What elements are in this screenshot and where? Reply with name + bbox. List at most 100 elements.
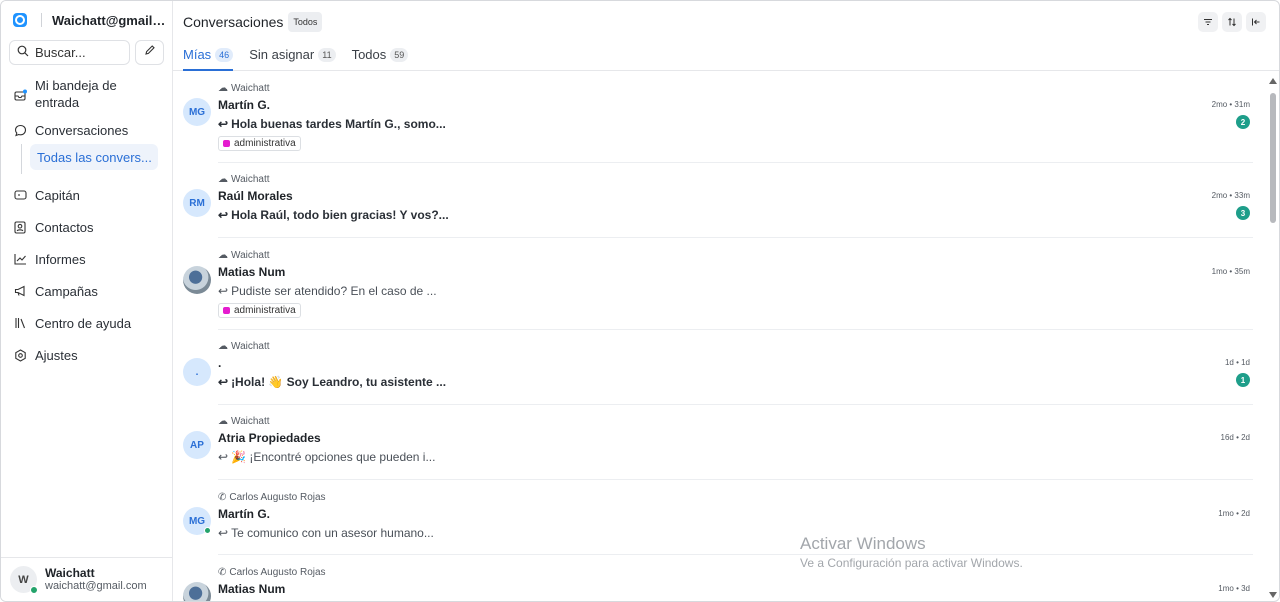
conversation-item[interactable]: RM ☁ Waichatt Raúl Morales ↩ Hola Raúl, to… (173, 163, 1265, 238)
list-scrollbar[interactable] (1267, 76, 1279, 601)
sidebar-item-inbox[interactable]: Mi bandeja de entrada (1, 73, 172, 116)
pencil-icon (144, 43, 156, 61)
sidebar-item-help-center[interactable]: Centro de ayuda (1, 307, 172, 339)
conversation-item[interactable]: AP ☁ Waichatt Atria Propiedades ↩ 🎉 ¡Encon… (173, 405, 1265, 480)
sidebar-item-label: Centro de ayuda (35, 315, 132, 331)
contact-avatar: MG (183, 507, 211, 535)
conversation-item[interactable]: MG ✆ Carlos Augusto Rojas Martín G. ↩ Te c… (173, 480, 1265, 555)
last-message: ↩ 🎉 ¡Encontré opciones que pueden i... (218, 450, 1253, 464)
inbox-name: ☁ Waichatt (218, 249, 1253, 261)
label-color-swatch (223, 140, 230, 147)
filter-button[interactable] (1198, 12, 1218, 32)
contact-avatar: RM (183, 189, 211, 217)
sidebar-item-label: Campañas (35, 283, 98, 299)
timestamp: 1mo • 35m (1211, 267, 1250, 276)
scroll-up-arrow-icon[interactable] (1269, 78, 1277, 84)
contact-avatar: . (183, 358, 211, 386)
filter-icon (1204, 19, 1212, 25)
message-preview: ¡Hola! 👋 Soy Leandro, tu asistente ... (231, 375, 447, 389)
conversation-item[interactable]: ☁ Waichatt Matias Num ↩ Pudiste ser atendi… (173, 238, 1265, 330)
account-switcher[interactable]: Waichatt@gmail.c... (1, 1, 172, 39)
last-message: ↩ Hola Raúl, todo bien gracias! Y vos?... (218, 208, 1253, 222)
conversation-item[interactable]: ✆ Carlos Augusto Rojas Matias Num 1mo • 3… (173, 555, 1265, 601)
conversation-body: ☁ Waichatt . ↩ ¡Hola! 👋 Soy Leandro, tu as… (218, 340, 1253, 405)
conversation-body: ☁ Waichatt Atria Propiedades ↩ 🎉 ¡Encontré… (218, 415, 1253, 480)
timestamp: 1d • 1d (1224, 358, 1250, 367)
conversation-item[interactable]: MG ☁ Waichatt Martín G. ↩ Hola buenas tard… (173, 72, 1265, 163)
avatar: W (10, 566, 38, 594)
contact-name: Raúl Morales (218, 189, 293, 203)
scroll-down-arrow-icon[interactable] (1269, 592, 1277, 598)
divider (41, 13, 42, 27)
user-profile-menu[interactable]: W Waichatt waichatt@gmail.com (1, 557, 172, 601)
windows-activation-watermark: Activar Windows Ve a Configuración para … (800, 533, 1023, 571)
tab-mine[interactable]: Mías 46 (183, 43, 234, 71)
last-message: ↩ ¡Hola! 👋 Soy Leandro, tu asistente ... (218, 375, 1253, 389)
header-toolbar (1198, 12, 1266, 32)
sidebar-item-campaigns[interactable]: Campañas (1, 275, 172, 307)
timestamp: 2mo • 33m (1211, 191, 1250, 200)
sidebar-item-contacts[interactable]: Contactos (1, 211, 172, 243)
reply-icon: ↩ (218, 375, 229, 389)
label-tag: administrativa (218, 303, 301, 318)
sidebar-item-reports[interactable]: Informes (1, 243, 172, 275)
whatsapp-icon: ✆ (218, 566, 227, 578)
watermark-subtitle: Ve a Configuración para activar Windows. (800, 556, 1023, 570)
reply-icon: ↩ (218, 117, 229, 131)
inbox-label: Carlos Augusto Rojas (229, 491, 326, 503)
sidebar-item-settings[interactable]: Ajustes (1, 339, 172, 371)
contact-avatar-photo (183, 266, 211, 294)
last-message: ↩ Pudiste ser atendido? En el caso de ... (218, 284, 1253, 298)
sidebar-item-all-conversations[interactable]: Todas las convers... (30, 144, 158, 170)
sidebar-subnav: Todas las convers... (1, 144, 172, 174)
inbox-name: ☁ Waichatt (218, 82, 1253, 94)
inbox-label: Carlos Augusto Rojas (229, 566, 326, 578)
collapse-left-icon (1252, 18, 1260, 26)
megaphone-icon (13, 283, 27, 300)
conversation-body: ✆ Carlos Augusto Rojas Matias Num 1mo • 3… (218, 566, 1253, 601)
unread-count-badge: 1 (1236, 373, 1250, 387)
captain-icon (13, 187, 27, 204)
sort-button[interactable] (1222, 12, 1242, 32)
inbox-label: Waichatt (231, 415, 270, 427)
message-preview: Hola Raúl, todo bien gracias! Y vos?... (231, 208, 449, 222)
conversation-item[interactable]: . ☁ Waichatt . ↩ ¡Hola! 👋 Soy Leandro, tu … (173, 330, 1265, 405)
contact-name: . (218, 356, 222, 370)
whatsapp-icon: ✆ (218, 491, 227, 503)
collapse-panel-button[interactable] (1246, 12, 1266, 32)
gear-icon (13, 347, 27, 364)
sidebar-item-captain[interactable]: Capitán (1, 179, 172, 211)
avatar-initials: MG (188, 106, 206, 118)
user-name: Waichatt (45, 566, 95, 580)
library-icon (13, 315, 27, 332)
scrollbar-thumb[interactable] (1270, 93, 1276, 223)
unread-count-badge: 3 (1236, 206, 1250, 220)
reply-icon: ↩ (218, 450, 229, 464)
contact-name: Atria Propiedades (218, 431, 321, 445)
timestamp: 2mo • 31m (1211, 100, 1250, 109)
search-label: Buscar... (35, 44, 86, 60)
panel-header: Conversaciones Todos (173, 1, 1279, 43)
tab-label: Mías (183, 47, 212, 62)
assignee-tabs: Mías 46 Sin asignar 11 Todos 59 (173, 43, 1279, 71)
contact-name: Martín G. (218, 507, 271, 521)
inbox-icon (13, 86, 27, 103)
cloud-icon: ☁ (218, 173, 228, 185)
cloud-icon: ☁ (218, 82, 228, 94)
sidebar-item-conversations[interactable]: Conversaciones (1, 116, 172, 144)
compose-button[interactable] (135, 39, 164, 65)
tab-all[interactable]: Todos 59 (352, 43, 409, 71)
cloud-icon: ☁ (218, 415, 228, 427)
conversation-body: ☁ Waichatt Martín G. ↩ Hola buenas tardes … (218, 82, 1253, 163)
conversation-body: ☁ Waichatt Matias Num ↩ Pudiste ser atendi… (218, 249, 1253, 330)
cloud-icon: ☁ (218, 340, 228, 352)
conversation-list: MG ☁ Waichatt Martín G. ↩ Hola buenas tard… (173, 72, 1265, 601)
search-row: Buscar... (1, 39, 172, 65)
search-button[interactable]: Buscar... (9, 39, 131, 65)
contact-name: Matias Num (218, 265, 286, 279)
contact-name: Martín G. (218, 98, 271, 112)
sidebar: Waichatt@gmail.c... Buscar... Mi bandeja (1, 1, 173, 601)
timestamp: 16d • 2d (1220, 433, 1251, 442)
tab-unassigned[interactable]: Sin asignar 11 (249, 43, 336, 71)
status-filter-badge[interactable]: Todos (288, 12, 323, 32)
